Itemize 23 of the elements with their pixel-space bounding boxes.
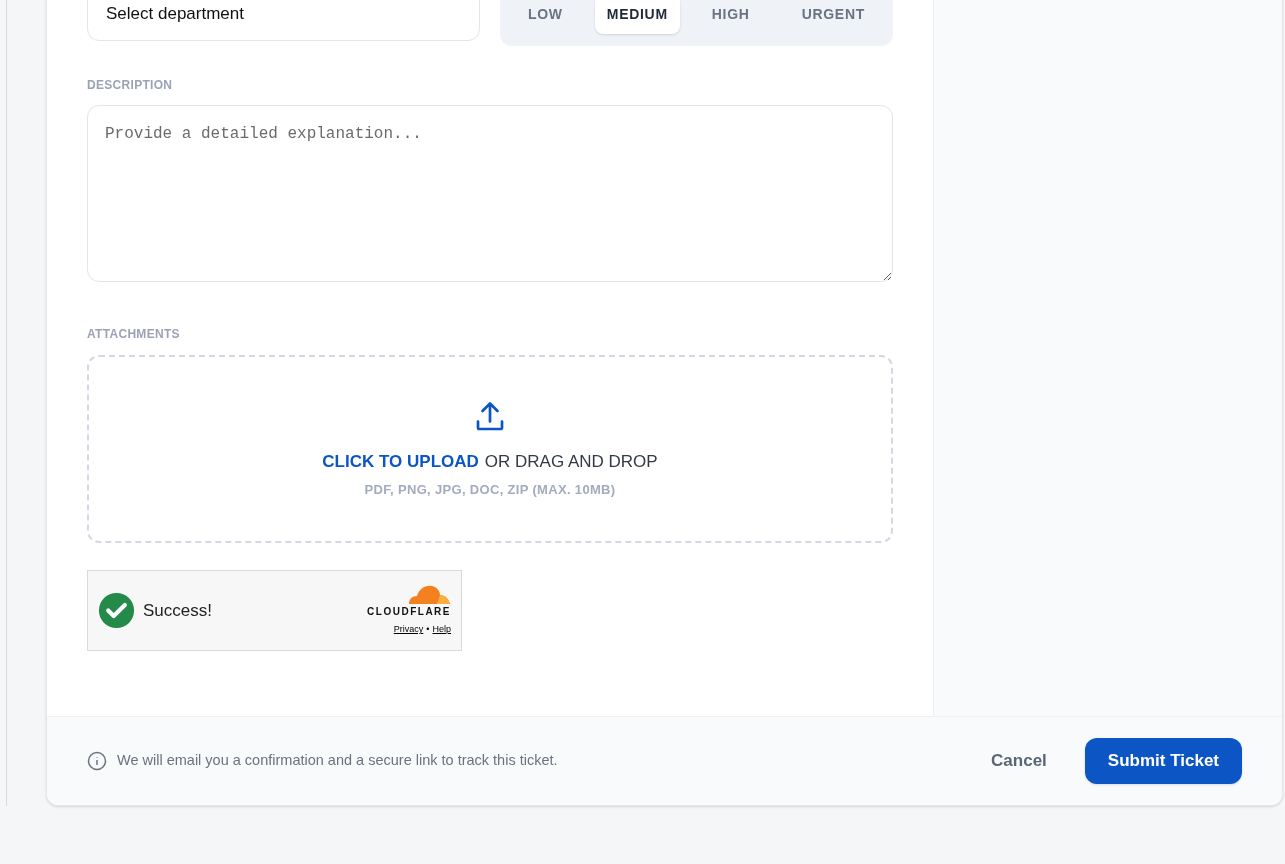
field-label: DESCRIPTION bbox=[87, 77, 174, 94]
submit-button[interactable]: Submit Ticket bbox=[1084, 738, 1242, 784]
footer-note: We will email you a confirmation and a secure link to track this ticket. bbox=[117, 751, 558, 771]
brand-wordmark: CLOUDFLARE bbox=[367, 605, 451, 620]
privacy-link[interactable]: Privacy bbox=[393, 623, 424, 637]
file-types-hint: PDF, PNG, JPG, DOC, ZIP (MAX. 10MB) bbox=[364, 481, 616, 499]
cancel-button[interactable]: Cancel bbox=[979, 740, 1059, 782]
success-check-icon bbox=[98, 592, 135, 629]
cloud-logo-icon bbox=[407, 584, 451, 605]
field-label: ATTACHMENTS bbox=[87, 326, 181, 343]
department-select[interactable]: Select department bbox=[87, 0, 480, 41]
upload-link[interactable]: CLICK TO UPLOAD bbox=[322, 448, 479, 474]
help-link[interactable]: Help bbox=[432, 623, 451, 637]
priority-tab[interactable]: HIGH bbox=[691, 0, 770, 34]
description-field[interactable]: Provide a detailed explanation... bbox=[87, 105, 893, 282]
upload-dropzone[interactable]: CLICK TO UPLOAD OR DRAG AND DROP PDF, PNG, JPG, DOC, ZIP (MAX. 10MB) bbox=[87, 355, 893, 543]
priority-tab[interactable]: MEDIUM bbox=[594, 0, 680, 34]
captcha-status: Success! bbox=[143, 599, 212, 622]
priority-tab[interactable]: URGENT bbox=[781, 0, 885, 34]
upload-text: OR DRAG AND DROP bbox=[484, 450, 658, 473]
priority-tab[interactable]: LOW bbox=[508, 0, 583, 34]
separator-dot: • bbox=[426, 623, 430, 637]
info-icon bbox=[87, 751, 107, 771]
